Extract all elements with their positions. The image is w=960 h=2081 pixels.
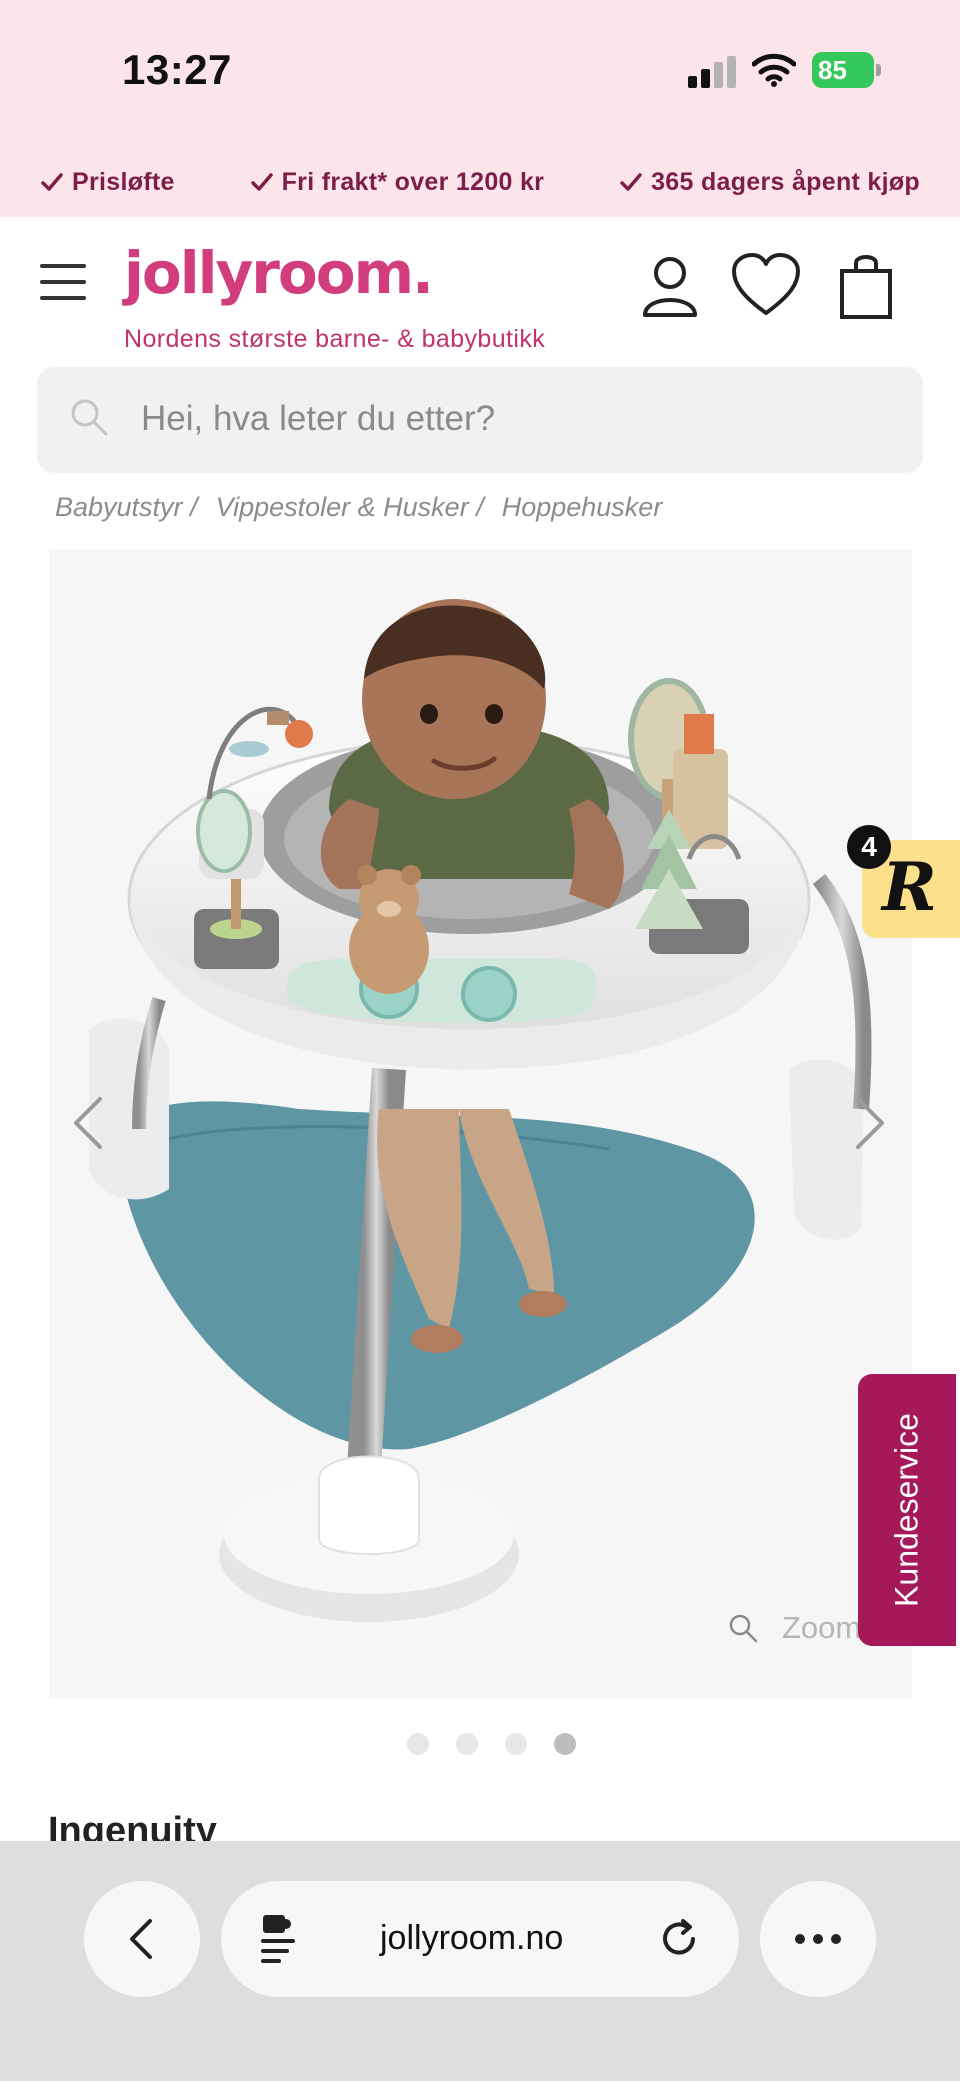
carousel-dot[interactable] xyxy=(407,1733,429,1755)
chevron-right-icon[interactable] xyxy=(852,1095,888,1151)
customer-service-label: Kundeservice xyxy=(888,1413,925,1607)
reviews-count-badge: 4 xyxy=(847,825,891,869)
site-tagline: Nordens største barne- & babybutikk xyxy=(124,325,546,353)
check-icon xyxy=(41,173,63,191)
more-icon xyxy=(795,1934,841,1944)
usp-item: 365 dagers åpent kjøp xyxy=(619,162,920,202)
usp-item: Prisløfte xyxy=(40,162,175,202)
battery-indicator: 85 xyxy=(812,52,881,88)
zoom-icon xyxy=(729,1614,758,1643)
usp-item: Fri frakt* over 1200 kr xyxy=(250,162,545,202)
carousel-dot[interactable] xyxy=(505,1733,527,1755)
page-settings-icon[interactable] xyxy=(259,1911,299,1967)
breadcrumb-item[interactable]: Vippestoler & Husker / xyxy=(216,492,484,523)
breadcrumb: Babyutstyr / Vippestoler & Husker / Hopp… xyxy=(55,492,680,523)
wifi-icon xyxy=(752,53,796,87)
heart-icon[interactable] xyxy=(731,253,801,319)
user-icon[interactable] xyxy=(640,253,700,319)
check-icon xyxy=(250,173,273,191)
customer-service-tab[interactable]: Kundeservice xyxy=(858,1374,956,1646)
product-image[interactable] xyxy=(49,549,912,1698)
reviews-logo: R xyxy=(882,848,937,926)
status-time: 13:27 xyxy=(122,46,232,93)
cellular-signal-icon xyxy=(688,56,736,88)
usp-label: Prisløfte xyxy=(72,167,175,196)
chevron-left-icon xyxy=(130,1919,152,1959)
carousel-dots xyxy=(407,1733,603,1755)
usp-label: Fri frakt* over 1200 kr xyxy=(281,167,545,196)
carousel-dot[interactable] xyxy=(456,1733,478,1755)
breadcrumb-item[interactable]: Babyutstyr / xyxy=(55,492,198,523)
baby-activity-center-image xyxy=(89,599,872,1622)
site-logo[interactable]: jollyroom. xyxy=(124,239,434,307)
back-button[interactable] xyxy=(84,1881,200,1997)
usp-label: 365 dagers åpent kjøp xyxy=(651,167,920,196)
search-input[interactable]: Hei, hva leter du etter? xyxy=(37,367,923,473)
bag-icon[interactable] xyxy=(836,253,896,319)
battery-level: 85 xyxy=(812,52,874,88)
breadcrumb-item[interactable]: Hoppehusker xyxy=(502,492,663,523)
search-placeholder: Hei, hva leter du etter? xyxy=(141,399,496,438)
chevron-left-icon[interactable] xyxy=(70,1095,106,1151)
search-icon xyxy=(71,399,108,436)
zoom-button[interactable]: Zoom xyxy=(728,1610,861,1646)
carousel-dot-active[interactable] xyxy=(554,1733,576,1755)
site-header: jollyroom. Nordens største barne- & baby… xyxy=(0,217,960,363)
reload-icon[interactable] xyxy=(657,1917,701,1961)
usp-strip: Prisløfte Fri frakt* over 1200 kr 365 da… xyxy=(0,162,960,202)
check-icon xyxy=(620,173,642,191)
battery-cap xyxy=(876,64,881,76)
menu-icon[interactable] xyxy=(40,264,86,300)
more-button[interactable] xyxy=(760,1881,876,1997)
url-text: jollyroom.no xyxy=(380,1919,564,1957)
zoom-label: Zoom xyxy=(782,1610,862,1645)
